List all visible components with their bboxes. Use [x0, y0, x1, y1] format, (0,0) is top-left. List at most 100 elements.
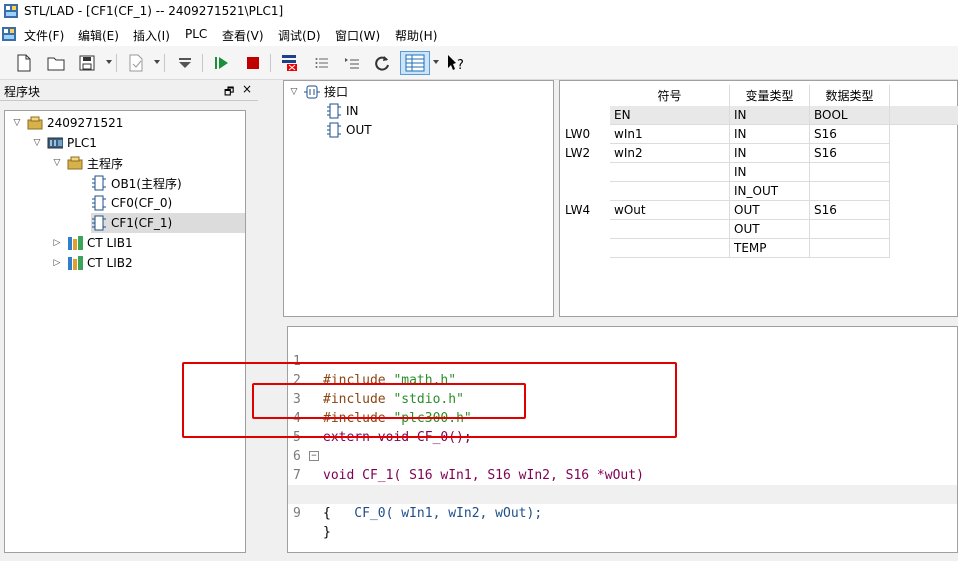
expand-arrow-icon[interactable]: ▽	[51, 158, 63, 168]
interface-root-label: 接口	[324, 85, 349, 99]
symbol-cell[interactable]: wOut	[610, 201, 730, 220]
stop-button[interactable]	[241, 51, 265, 75]
run-icon	[215, 57, 228, 69]
column-header-datatype[interactable]: 数据类型	[810, 85, 890, 107]
mdi-child-icon[interactable]	[2, 27, 16, 41]
datatype-cell[interactable]: S16	[810, 125, 890, 144]
symbol-cell[interactable]: EN	[610, 106, 730, 125]
interface-panel: ▽ 接口 IN OUT	[283, 80, 554, 317]
library-icon	[67, 235, 83, 251]
fold-toggle-icon[interactable]: −	[309, 451, 319, 461]
list-button[interactable]	[310, 51, 334, 75]
symbol-cell[interactable]	[610, 163, 730, 182]
block-icon	[326, 122, 342, 138]
app-icon	[4, 4, 18, 18]
expand-arrow-icon[interactable]: ▷	[51, 258, 63, 268]
toolbar-separator	[202, 54, 203, 72]
pin-icon[interactable]: 🗗	[224, 83, 234, 102]
tree-item-ob1[interactable]: OB1(主程序)	[91, 173, 182, 193]
code-line: 7 − {	[288, 447, 957, 521]
expand-arrow-icon[interactable]: ▽	[11, 118, 23, 128]
symbol-cell[interactable]: wIn2	[610, 144, 730, 163]
vartype-cell[interactable]: IN	[730, 144, 810, 163]
code-line: 2 #include "stdio.h"	[288, 352, 957, 407]
toolbar-separator	[164, 54, 165, 72]
comment-cell[interactable]	[890, 106, 958, 125]
symbol-cell[interactable]	[610, 239, 730, 258]
step-button[interactable]	[340, 51, 364, 75]
tree-item-cf1[interactable]: CF1(CF_1)	[91, 213, 245, 233]
run-button[interactable]	[210, 51, 234, 75]
code-line: 5	[288, 409, 957, 445]
step-icon	[345, 58, 359, 69]
tree-item-plc1[interactable]: ▽ PLC1	[31, 133, 97, 153]
table-view-dropdown-icon[interactable]	[433, 60, 439, 64]
save-button[interactable]	[75, 51, 99, 75]
tree-item-label: CT LIB1	[87, 236, 133, 250]
symbol-cell[interactable]	[610, 220, 730, 239]
help-button[interactable]: ?	[444, 51, 468, 75]
table-view-button[interactable]	[400, 51, 430, 75]
vartype-cell[interactable]: IN	[730, 163, 810, 182]
tree-item-project[interactable]: ▽ 2409271521	[11, 113, 124, 133]
document-button[interactable]	[124, 51, 148, 75]
code-editor[interactable]: 1 #include "math.h" 2 #include "stdio.h"…	[287, 326, 958, 553]
datatype-cell[interactable]: S16	[810, 201, 890, 220]
vartype-cell[interactable]: OUT	[730, 201, 810, 220]
symbol-cell[interactable]	[610, 182, 730, 201]
interface-item-in[interactable]: IN	[326, 101, 359, 120]
stop-icon	[247, 57, 259, 69]
column-header-symbol[interactable]: 符号	[610, 85, 730, 107]
close-icon[interactable]: ×	[242, 82, 252, 96]
column-header-vartype[interactable]: 变量类型	[730, 85, 810, 107]
download-button[interactable]	[173, 51, 197, 75]
title-bar: STL/LAD - [CF1(CF_1) -- 2409271521\PLC1]	[0, 0, 958, 24]
vartype-cell[interactable]: IN	[730, 106, 810, 125]
document-dropdown-icon[interactable]	[154, 60, 160, 64]
menu-edit[interactable]: 编辑(E)	[78, 27, 119, 44]
code-line: 4 extern void CF_0();	[288, 390, 957, 445]
menu-debug[interactable]: 调试(D)	[278, 27, 321, 44]
open-button[interactable]	[44, 51, 68, 75]
tree-item-label: 2409271521	[47, 116, 124, 130]
datatype-cell[interactable]	[810, 220, 890, 239]
datatype-cell[interactable]: BOOL	[810, 106, 890, 125]
datatype-cell[interactable]	[810, 239, 890, 258]
menu-view[interactable]: 查看(V)	[222, 27, 264, 44]
expand-arrow-icon[interactable]: ▷	[51, 238, 63, 248]
interface-item-label: OUT	[346, 122, 372, 137]
datatype-cell[interactable]: S16	[810, 144, 890, 163]
menu-file[interactable]: 文件(F)	[24, 27, 64, 44]
library-icon	[67, 255, 83, 271]
menu-plc[interactable]: PLC	[185, 27, 207, 41]
datatype-cell[interactable]	[810, 163, 890, 182]
interface-icon	[304, 84, 320, 100]
vartype-cell[interactable]: IN_OUT	[730, 182, 810, 201]
menu-help[interactable]: 帮助(H)	[395, 27, 437, 44]
vartype-cell[interactable]: OUT	[730, 220, 810, 239]
interface-item-label: IN	[346, 103, 359, 118]
menu-window[interactable]: 窗口(W)	[335, 27, 380, 44]
tree-item-cf0[interactable]: CF0(CF_0)	[91, 193, 172, 213]
project-icon	[27, 115, 43, 131]
menu-insert[interactable]: 插入(I)	[133, 27, 170, 44]
tree-item-ct-lib1[interactable]: ▷ CT LIB1	[51, 233, 133, 253]
datatype-cell[interactable]	[810, 182, 890, 201]
interface-root[interactable]: ▽ 接口	[288, 82, 348, 101]
expand-arrow-icon[interactable]: ▽	[31, 138, 43, 148]
expand-arrow-icon[interactable]: ▽	[288, 87, 300, 97]
compile-button[interactable]	[278, 51, 302, 75]
refresh-button[interactable]	[370, 51, 394, 75]
save-dropdown-icon[interactable]	[106, 60, 112, 64]
vartype-cell[interactable]: IN	[730, 125, 810, 144]
code-line: 8 CF_0( wIn1, wIn2, wOut);	[288, 466, 957, 521]
symbol-cell[interactable]: wIn1	[610, 125, 730, 144]
document-icon	[129, 54, 143, 72]
block-icon	[91, 195, 107, 211]
vartype-cell[interactable]: TEMP	[730, 239, 810, 258]
tree-item-main-program[interactable]: ▽ 主程序	[51, 153, 123, 173]
new-file-button[interactable]	[12, 51, 36, 75]
tree-item-ct-lib2[interactable]: ▷ CT LIB2	[51, 253, 133, 273]
interface-item-out[interactable]: OUT	[326, 120, 372, 139]
tree-item-label: CT LIB2	[87, 256, 133, 270]
